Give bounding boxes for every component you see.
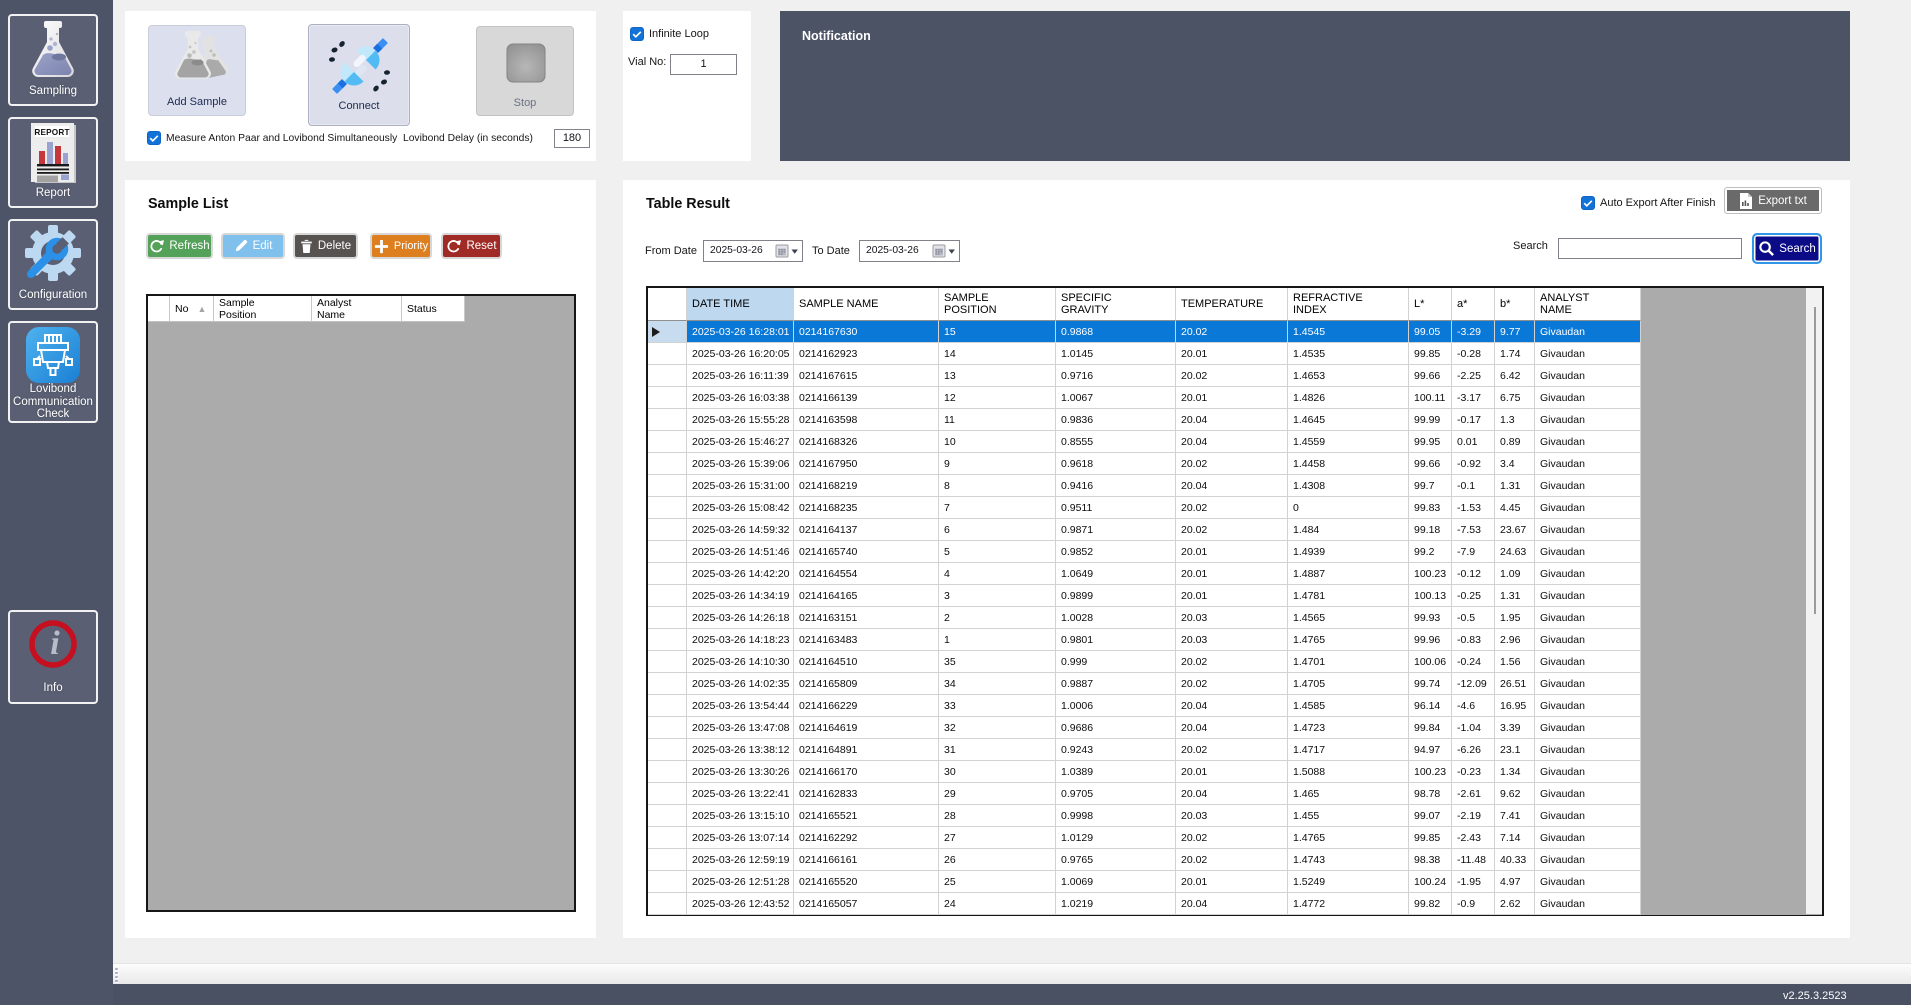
- svg-text:i: i: [50, 625, 60, 662]
- svg-text:REPORT: REPORT: [34, 128, 69, 137]
